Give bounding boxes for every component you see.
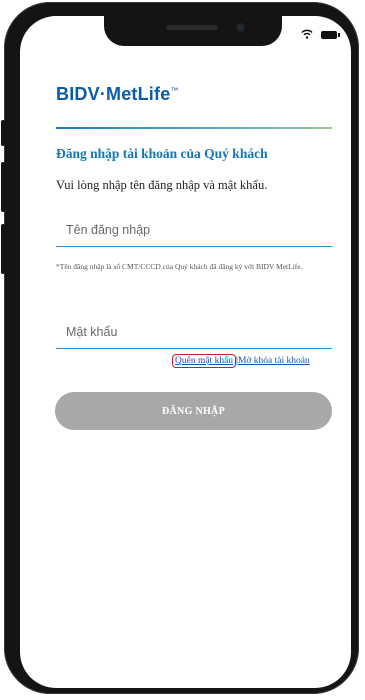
username-input[interactable] (56, 216, 326, 244)
logo-divider (56, 127, 332, 129)
brand-logo: BIDV·MetLife™ (56, 84, 179, 104)
volume-down-button (1, 224, 5, 274)
login-button[interactable]: ĐĂNG NHẬP (55, 392, 332, 430)
username-field[interactable] (56, 216, 332, 247)
status-bar (301, 26, 340, 44)
page-title: Đăng nhập tài khoản của Quý khách (56, 146, 268, 161)
app-screen: BIDV·MetLife™ Đăng nhập tài khoản của Qu… (20, 16, 351, 688)
password-field[interactable] (56, 318, 332, 349)
front-camera (236, 23, 245, 32)
silent-switch (1, 120, 5, 146)
username-note: *Tên đăng nhập là số CMT/CCCD của Quý kh… (56, 262, 303, 271)
page-subtitle: Vui lòng nhập tên đăng nhập và mật khẩu. (56, 178, 268, 192)
phone-frame: BIDV·MetLife™ Đăng nhập tài khoản của Qu… (1, 2, 359, 694)
volume-up-button (1, 162, 5, 212)
unlock-account-link[interactable]: Mở khóa tài khoản (238, 356, 310, 366)
battery-icon (321, 31, 340, 39)
forgot-password-link[interactable]: Quên mật khẩu (172, 354, 237, 368)
wifi-icon (301, 26, 313, 44)
speaker (166, 25, 218, 30)
account-links: Quên mật khẩu |Mở khóa tài khoản (172, 354, 310, 368)
password-input[interactable] (56, 318, 326, 346)
notch (104, 16, 282, 46)
